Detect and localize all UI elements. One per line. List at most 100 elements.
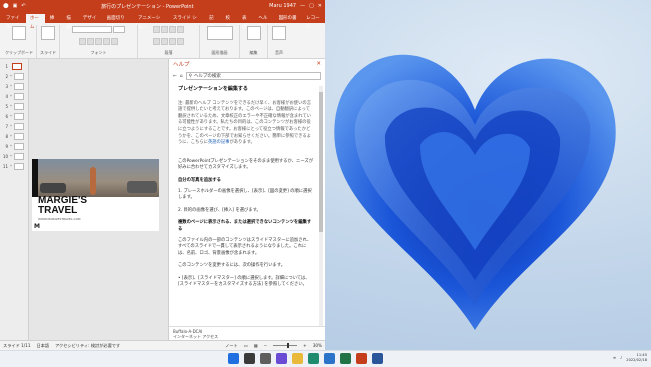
- search-icon[interactable]: [244, 353, 255, 364]
- font-name-select[interactable]: [72, 26, 112, 33]
- tab-insert[interactable]: 挿入: [46, 14, 61, 30]
- ribbon-tabs: ファイル ホーム 挿入 描画 デザイン 画面切り替え アニメーション スライド …: [0, 12, 325, 30]
- tab-slideshow[interactable]: スライド ショー: [169, 14, 204, 30]
- numbering-button[interactable]: [161, 26, 168, 33]
- new-slide-button[interactable]: [41, 26, 55, 40]
- sorter-view-icon[interactable]: ▦: [254, 343, 258, 348]
- tab-record[interactable]: 記録: [205, 14, 220, 30]
- tab-file[interactable]: ファイル: [2, 14, 25, 30]
- step-text: 1. プレースホルダーの画像を選択し、[表示]、[図の変更] の順に選択します。: [178, 188, 312, 201]
- slide-website[interactable]: WWW.MARGIESTRAVEL.COM: [38, 217, 81, 221]
- group-slides: スライド: [37, 25, 60, 58]
- slide-accent-strip: [32, 159, 38, 197]
- autosave-icon[interactable]: ⬤: [3, 3, 9, 9]
- slide-thumb[interactable]: 5 *: [0, 101, 28, 111]
- indent-button[interactable]: [169, 26, 176, 33]
- undo-icon[interactable]: ↶: [21, 3, 25, 9]
- justify-button[interactable]: [177, 38, 184, 45]
- edge-icon[interactable]: [308, 353, 319, 364]
- powerpoint-icon[interactable]: [356, 353, 367, 364]
- find-button[interactable]: [246, 26, 261, 40]
- tab-design[interactable]: デザイン: [79, 14, 102, 30]
- paragraph: このファイル内の一部のコンテンツはスライドマスターに追加され、すべてのスライドで…: [178, 237, 312, 256]
- save-icon[interactable]: ▣: [13, 3, 18, 9]
- font-color-button[interactable]: [111, 38, 118, 45]
- back-icon[interactable]: ←: [173, 74, 177, 79]
- tab-transitions[interactable]: 画面切り替え: [103, 14, 133, 30]
- align-left-button[interactable]: [153, 38, 160, 45]
- close-help-icon[interactable]: ✕: [316, 61, 321, 67]
- zoom-level[interactable]: 30%: [313, 343, 322, 348]
- slide-thumb[interactable]: 11 *: [0, 161, 28, 171]
- maximize-icon[interactable]: ▢: [309, 3, 314, 9]
- tab-view[interactable]: 表示: [238, 14, 253, 30]
- tab-help[interactable]: ヘルプ: [254, 14, 273, 30]
- slide-thumb[interactable]: 2 *: [0, 71, 28, 81]
- language-indicator[interactable]: 日本語: [37, 343, 50, 349]
- tab-record-2[interactable]: レコード: [302, 14, 325, 30]
- zoom-in-icon[interactable]: +: [303, 343, 307, 348]
- help-scrollbar[interactable]: [319, 86, 323, 326]
- bullets-button[interactable]: [153, 26, 160, 33]
- help-header: ヘルプ ✕: [169, 59, 325, 69]
- normal-view-icon[interactable]: ▭: [244, 343, 248, 348]
- slide-title[interactable]: MARGIE'S TRAVEL: [38, 196, 87, 216]
- wifi-icon[interactable]: ≋: [613, 356, 616, 360]
- volume-icon[interactable]: ♪: [620, 356, 622, 360]
- start-icon[interactable]: [228, 353, 239, 364]
- shapes-gallery[interactable]: [206, 26, 233, 40]
- current-slide[interactable]: MARGIE'S TRAVEL WWW.MARGIESTRAVEL.COM M: [32, 159, 159, 231]
- slide-thumb[interactable]: 3 *: [0, 81, 28, 91]
- line-spacing-button[interactable]: [177, 26, 184, 33]
- excel-icon[interactable]: [340, 353, 351, 364]
- bold-button[interactable]: [79, 38, 86, 45]
- tab-draw[interactable]: 描画: [62, 14, 77, 30]
- underline-button[interactable]: [95, 38, 102, 45]
- paste-button[interactable]: [12, 26, 26, 40]
- slide-thumb[interactable]: 8 *: [0, 131, 28, 141]
- accessibility-status[interactable]: アクセシビリティ: 検討が必要です: [55, 343, 120, 349]
- task-view-icon[interactable]: [260, 353, 271, 364]
- mail-icon[interactable]: [324, 353, 335, 364]
- slide-thumb[interactable]: 4 *: [0, 91, 28, 101]
- search-placeholder: ヘルプの検索: [193, 74, 221, 79]
- minimize-icon[interactable]: —: [300, 3, 305, 9]
- slide-photo[interactable]: [32, 159, 159, 197]
- section-heading: 複数のページに表示される、または選択できないコンテンツを編集する: [178, 220, 312, 232]
- slide-thumb[interactable]: 1: [0, 61, 28, 71]
- tab-animations[interactable]: アニメーション: [134, 14, 168, 30]
- widgets-icon[interactable]: [276, 353, 287, 364]
- strikethrough-button[interactable]: [103, 38, 110, 45]
- home-icon[interactable]: ⌂: [180, 74, 183, 79]
- slide-thumb[interactable]: 6 *: [0, 111, 28, 121]
- tab-home[interactable]: ホーム: [25, 14, 45, 30]
- slide-thumb[interactable]: 10 *: [0, 151, 28, 161]
- notes-button[interactable]: ノート: [225, 343, 238, 349]
- windows-bloom-wallpaper: [334, 54, 616, 330]
- zoom-slider[interactable]: [273, 343, 298, 348]
- help-title: ヘルプ: [173, 62, 190, 68]
- group-font: フォント: [60, 25, 138, 58]
- font-size-select[interactable]: [113, 26, 125, 33]
- dictate-button[interactable]: [272, 26, 286, 40]
- italic-button[interactable]: [87, 38, 94, 45]
- file-explorer-icon[interactable]: [292, 353, 303, 364]
- word-icon[interactable]: [372, 353, 383, 364]
- align-center-button[interactable]: [161, 38, 168, 45]
- group-drawing: 図形描画: [200, 25, 240, 58]
- help-search-input[interactable]: ⚲ ヘルプの検索: [185, 72, 321, 80]
- close-icon[interactable]: ✕: [318, 3, 322, 9]
- slide-counter: スライド 1/11: [3, 342, 31, 348]
- group-label: 図形描画: [211, 50, 228, 55]
- group-voice: 音声: [268, 25, 290, 58]
- clock[interactable]: 11:45 2022/02/18: [626, 353, 647, 363]
- slide-thumb[interactable]: 7 *: [0, 121, 28, 131]
- zoom-out-icon[interactable]: −: [264, 343, 268, 348]
- section-heading: 自分の写真を追加する: [178, 177, 221, 183]
- align-right-button[interactable]: [169, 38, 176, 45]
- slide-thumb[interactable]: 9 *: [0, 141, 28, 151]
- tab-shape-format[interactable]: 図形の書式: [275, 14, 302, 30]
- tab-review[interactable]: 校閲: [222, 14, 237, 30]
- english-article-link[interactable]: 英語の記事: [208, 140, 229, 145]
- user-name[interactable]: Maru 1947: [269, 3, 296, 9]
